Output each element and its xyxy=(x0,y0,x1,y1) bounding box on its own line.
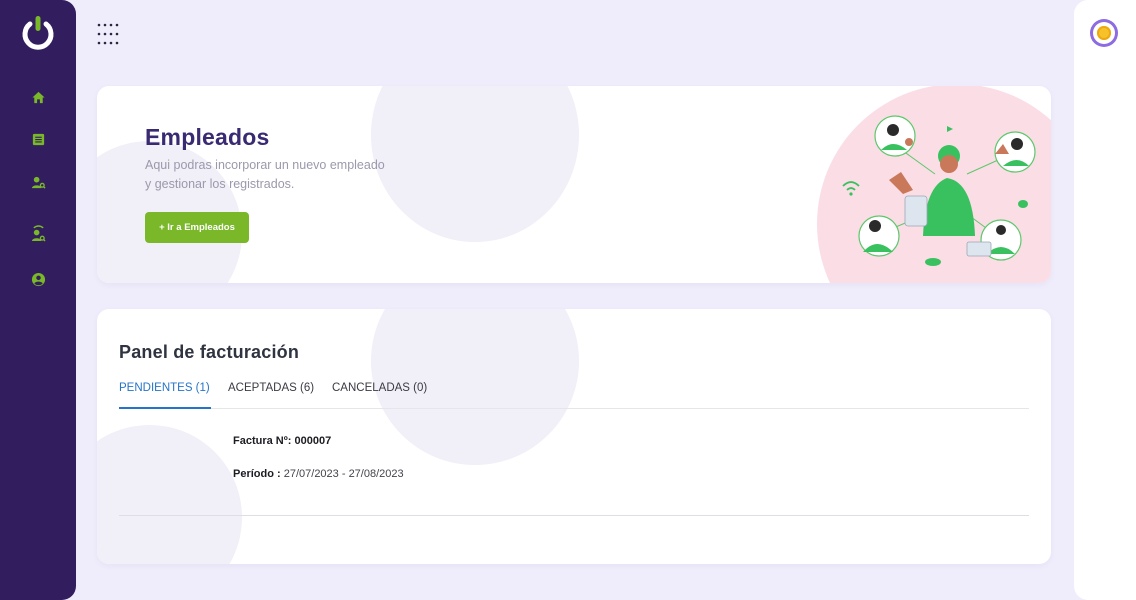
go-to-employees-button[interactable]: + Ir a Empleados xyxy=(145,212,249,243)
tab-canceladas[interactable]: CANCELADAS (0) xyxy=(332,382,427,409)
sidebar-item-home[interactable] xyxy=(28,87,48,107)
sidebar xyxy=(0,0,76,600)
user-search-signal-icon xyxy=(31,224,46,241)
invoice-number-label: Factura Nº: xyxy=(233,435,292,447)
invoice-period-row: Período : 27/07/2023 - 27/08/2023 xyxy=(233,468,404,480)
power-logo-icon[interactable] xyxy=(19,14,57,52)
list-icon xyxy=(32,133,44,145)
employees-title: Empleados xyxy=(145,124,270,150)
home-icon xyxy=(31,91,45,103)
employees-illustration xyxy=(817,86,1051,283)
sidebar-item-account[interactable] xyxy=(28,269,48,289)
billing-panel-title: Panel de facturación xyxy=(119,342,300,362)
user-search-icon xyxy=(31,176,46,189)
billing-tabs: PENDIENTES (1) ACEPTADAS (6) CANCELADAS … xyxy=(119,382,1029,409)
sidebar-item-user-search[interactable] xyxy=(28,172,48,192)
status-indicator-icon[interactable] xyxy=(1090,19,1118,47)
employees-description: Aqui podras incorporar un nuevo empleado… xyxy=(145,158,385,191)
billing-panel-card: Panel de facturación PENDIENTES (1) ACEP… xyxy=(97,309,1051,564)
invoice-number-value: 000007 xyxy=(294,435,332,447)
invoice-period-value: 27/07/2023 - 27/08/2023 xyxy=(283,468,404,480)
decorative-circle xyxy=(371,86,579,242)
tab-pendientes[interactable]: PENDIENTES (1) xyxy=(119,382,211,409)
tab-aceptadas[interactable]: ACEPTADAS (6) xyxy=(228,382,314,409)
divider xyxy=(119,515,1029,516)
sidebar-item-user-search-2[interactable] xyxy=(28,220,48,246)
account-circle-icon xyxy=(31,272,45,286)
right-panel xyxy=(1074,0,1136,600)
apps-grid-icon[interactable] xyxy=(96,22,120,46)
employees-card: Empleados Aqui podras incorporar un nuev… xyxy=(97,86,1051,283)
invoice-number-row[interactable]: Factura Nº: 000007 xyxy=(233,435,331,447)
invoice-period-label: Período : xyxy=(233,468,281,480)
sidebar-item-list[interactable] xyxy=(28,129,48,149)
decorative-circle xyxy=(97,425,242,564)
